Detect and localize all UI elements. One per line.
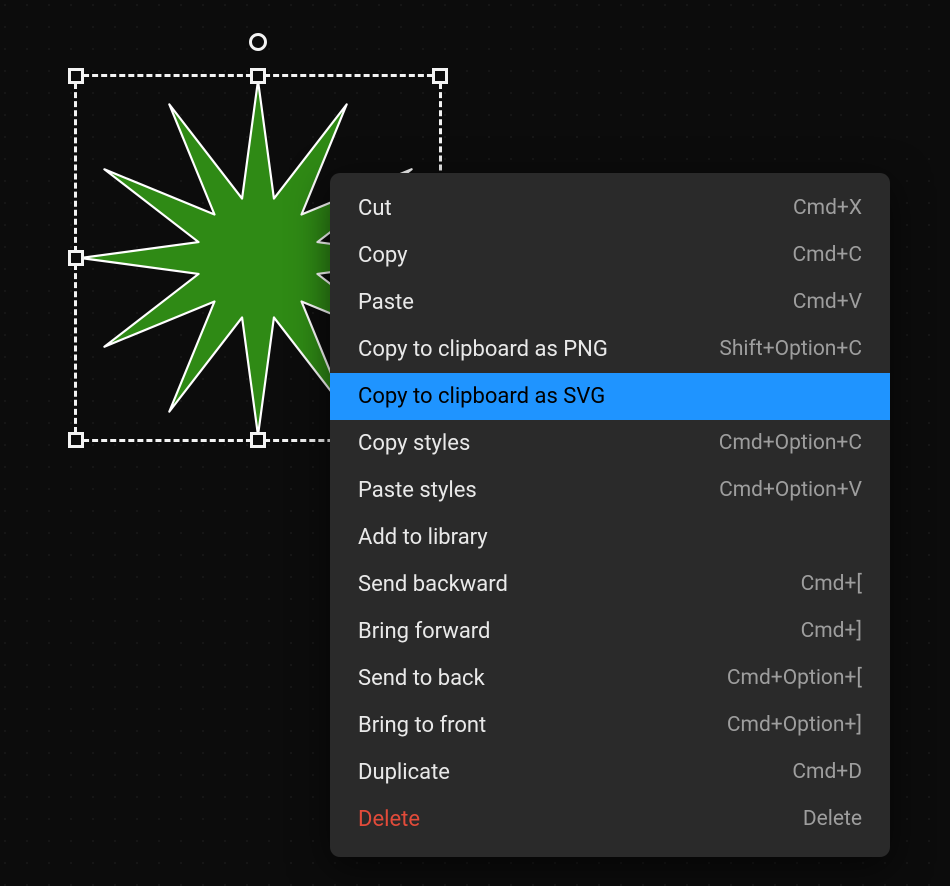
menu-item-shortcut: Cmd+C: [792, 245, 862, 266]
menu-item-label: Paste: [358, 292, 414, 314]
menu-item-label: Copy styles: [358, 433, 470, 455]
menu-item-label: Copy: [358, 245, 408, 267]
menu-item-label: Send backward: [358, 574, 508, 596]
menu-item-shortcut: Cmd+V: [793, 292, 862, 313]
menu-item-delete[interactable]: Delete Delete: [330, 796, 890, 843]
menu-item-shortcut: Cmd+Option+C: [719, 433, 862, 454]
resize-handle-n[interactable]: [250, 68, 266, 84]
resize-handle-nw[interactable]: [68, 68, 84, 84]
menu-item-shortcut: Cmd+[: [801, 574, 862, 595]
menu-item-label: Send to back: [358, 668, 485, 690]
context-menu: Cut Cmd+X Copy Cmd+C Paste Cmd+V Copy to clipb…: [330, 173, 890, 857]
resize-handle-sw[interactable]: [68, 432, 84, 448]
menu-item-shortcut: Shift+Option+C: [719, 339, 862, 360]
resize-handle-s[interactable]: [250, 432, 266, 448]
menu-item-copy[interactable]: Copy Cmd+C: [330, 232, 890, 279]
menu-item-send-to-back[interactable]: Send to back Cmd+Option+[: [330, 655, 890, 702]
menu-item-label: Bring forward: [358, 621, 490, 643]
menu-item-paste-styles[interactable]: Paste styles Cmd+Option+V: [330, 467, 890, 514]
menu-item-shortcut: Cmd+]: [801, 621, 862, 642]
menu-item-copy-styles[interactable]: Copy styles Cmd+Option+C: [330, 420, 890, 467]
menu-item-paste[interactable]: Paste Cmd+V: [330, 279, 890, 326]
menu-item-shortcut: Cmd+X: [793, 198, 862, 219]
menu-item-label: Bring to front: [358, 715, 486, 737]
rotation-handle[interactable]: [249, 33, 267, 51]
menu-item-label: Duplicate: [358, 762, 450, 784]
menu-item-label: Delete: [358, 809, 420, 831]
menu-item-shortcut: Cmd+D: [792, 762, 862, 783]
menu-item-bring-to-front[interactable]: Bring to front Cmd+Option+]: [330, 702, 890, 749]
menu-item-label: Paste styles: [358, 480, 477, 502]
menu-item-label: Copy to clipboard as SVG: [358, 386, 605, 408]
menu-item-duplicate[interactable]: Duplicate Cmd+D: [330, 749, 890, 796]
resize-handle-w[interactable]: [68, 250, 84, 266]
menu-item-bring-forward[interactable]: Bring forward Cmd+]: [330, 608, 890, 655]
resize-handle-ne[interactable]: [432, 68, 448, 84]
menu-item-add-to-library[interactable]: Add to library: [330, 514, 890, 561]
menu-item-shortcut: Cmd+Option+[: [727, 668, 862, 689]
menu-item-label: Add to library: [358, 527, 488, 549]
menu-item-shortcut: Cmd+Option+V: [719, 480, 862, 501]
menu-item-copy-to-clipboard-as-svg[interactable]: Copy to clipboard as SVG: [330, 373, 890, 420]
menu-item-send-backward[interactable]: Send backward Cmd+[: [330, 561, 890, 608]
menu-item-shortcut: Delete: [803, 809, 862, 830]
menu-item-label: Cut: [358, 198, 392, 220]
menu-item-shortcut: Cmd+Option+]: [727, 715, 862, 736]
menu-item-label: Copy to clipboard as PNG: [358, 339, 608, 361]
menu-item-cut[interactable]: Cut Cmd+X: [330, 185, 890, 232]
menu-item-copy-to-clipboard-as-png[interactable]: Copy to clipboard as PNG Shift+Option+C: [330, 326, 890, 373]
